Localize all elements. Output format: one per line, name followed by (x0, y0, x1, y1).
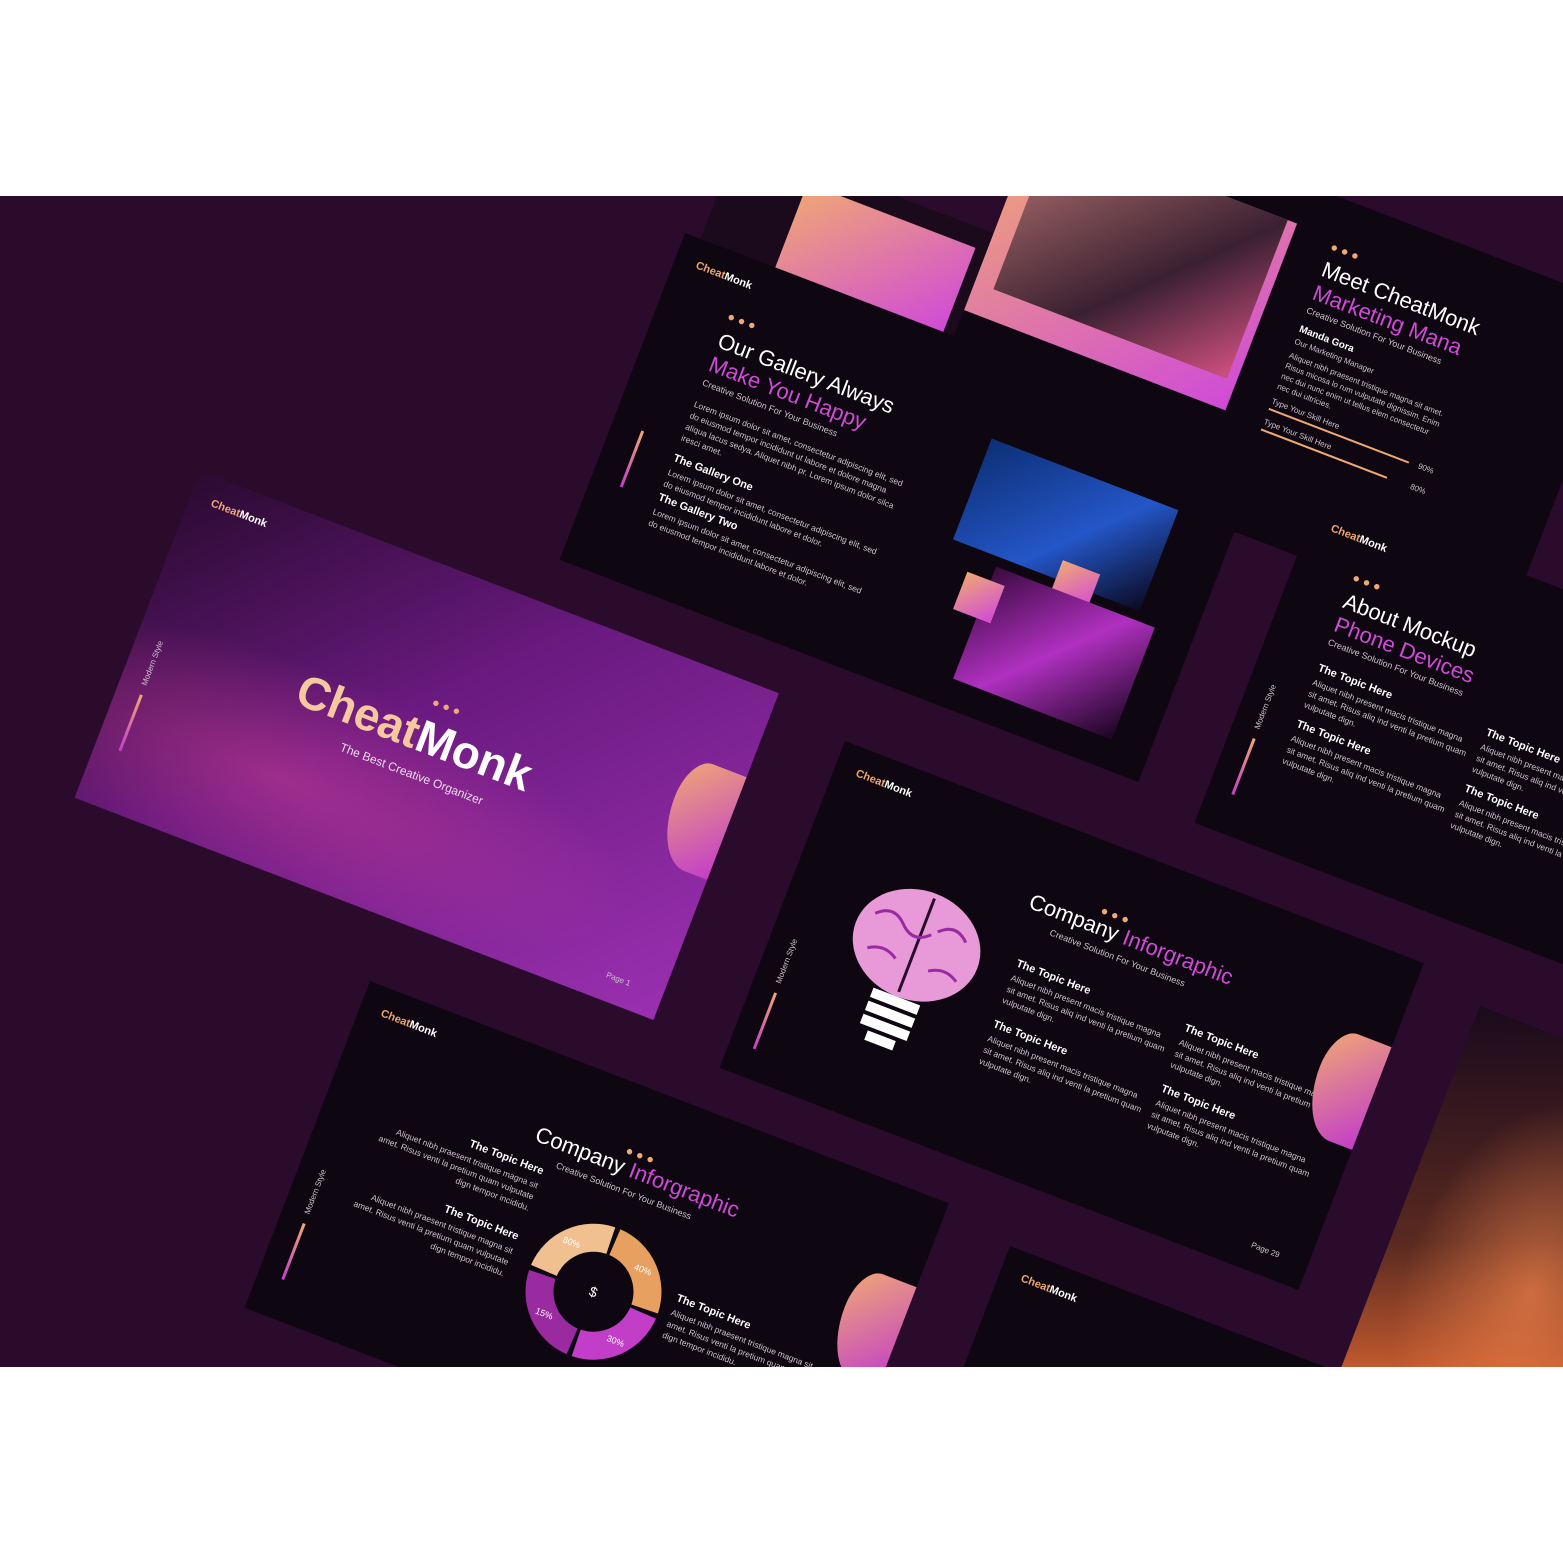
accent-bar (619, 430, 645, 488)
accent-bar (1231, 737, 1256, 796)
side-label: Modern Style (774, 937, 800, 985)
hero-dj-photo (74, 583, 736, 1020)
brain-bulb-icon (810, 859, 1005, 1077)
accent-bar (752, 992, 778, 1050)
slide-partial-bottom: CheatMonk (938, 1246, 1384, 1367)
side-label: Modern Style (302, 1168, 328, 1216)
brand-logo: CheatMonk (694, 259, 754, 293)
donut-topic-3: The Topic Here Aliquet nibh praesent tris… (661, 1292, 824, 1367)
brand-logo: CheatMonk (379, 1007, 439, 1041)
skill-2-value: 80% (1408, 482, 1428, 497)
skill-1-value: 90% (1416, 461, 1435, 476)
skill-2-bar (1260, 428, 1388, 479)
donut-chart: 80% 40% 30% 15% $ (503, 1201, 684, 1367)
mockup-stage: CheatMonk ••• Our Gallery Always Make Yo… (0, 196, 1563, 1367)
page-number: Page 29 (1249, 1240, 1281, 1260)
brand-logo: CheatMonk (1019, 1272, 1079, 1306)
side-label: Modern Style (1252, 683, 1278, 731)
brand-logo: CheatMonk (854, 767, 914, 801)
crowd-photo (1362, 1059, 1563, 1367)
accent-bar (281, 1222, 306, 1281)
brand-logo: CheatMonk (209, 497, 269, 531)
brand-logo: CheatMonk (1329, 522, 1389, 556)
